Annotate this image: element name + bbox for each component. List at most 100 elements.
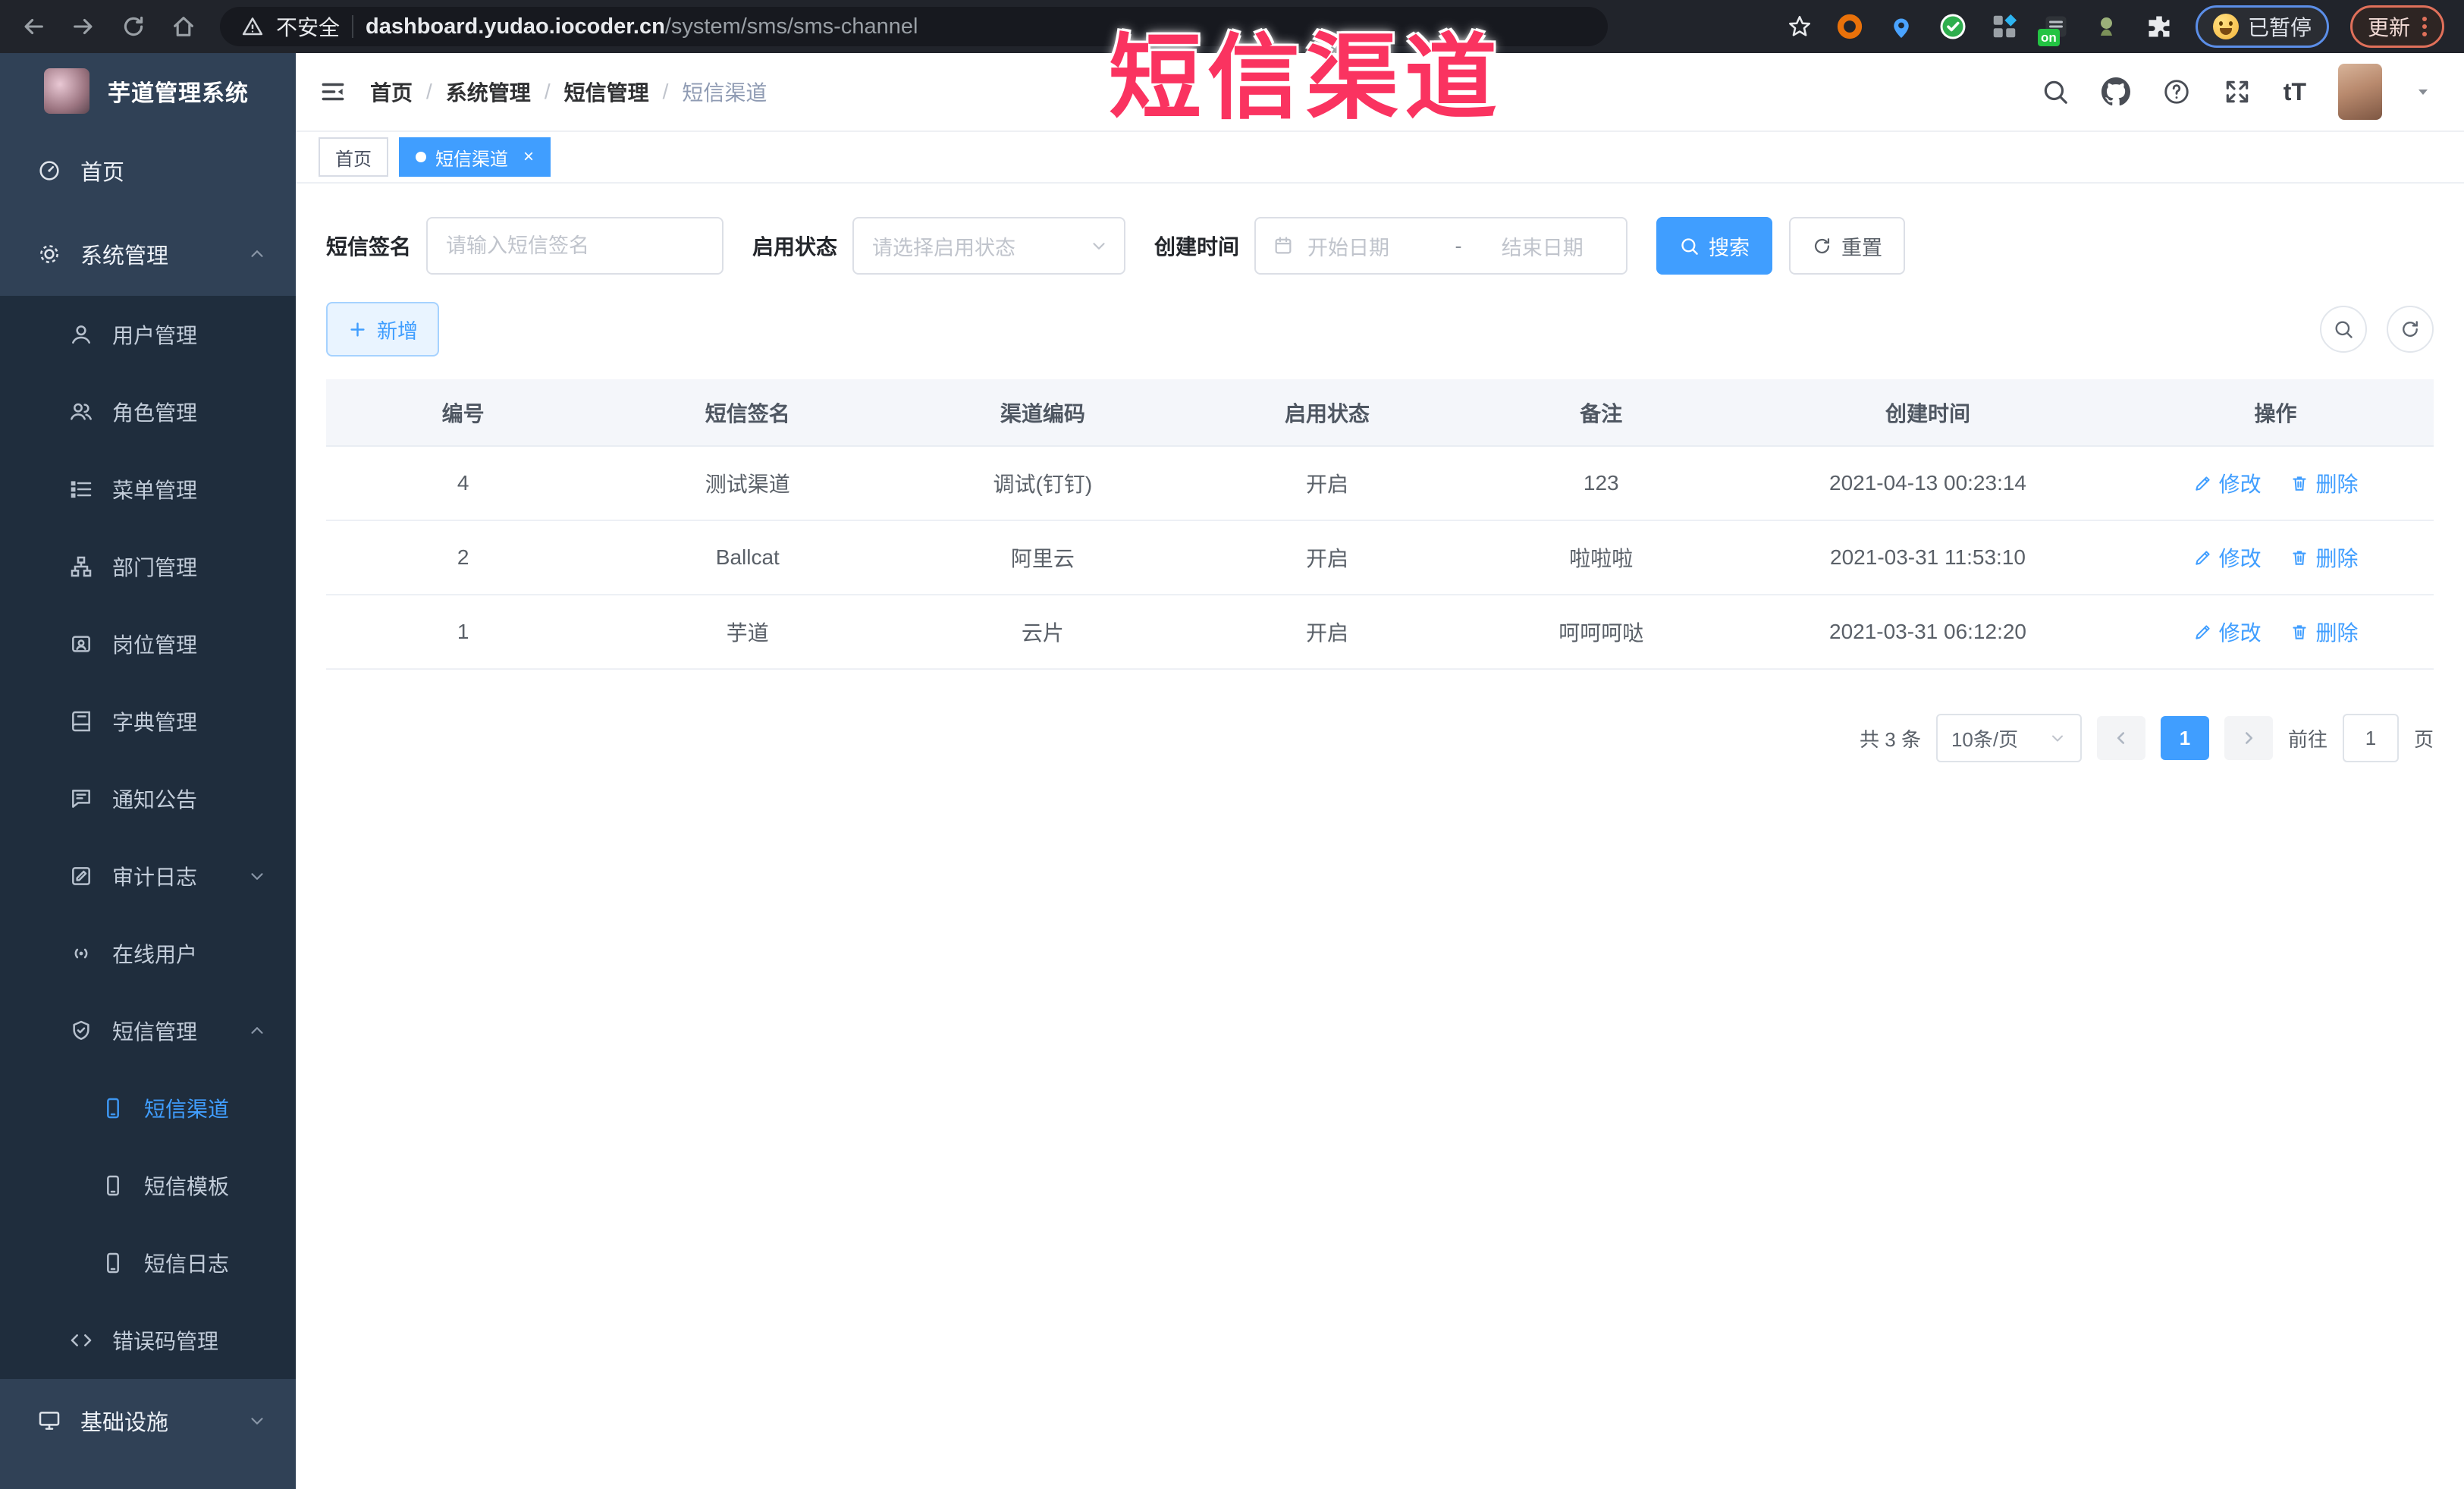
sidebar-item-label: 审计日志 xyxy=(112,865,198,889)
filter-status-group: 启用状态 请选择启用状态 xyxy=(752,217,1126,275)
breadcrumb-system[interactable]: 系统管理 xyxy=(446,77,531,107)
tag-active-dot xyxy=(416,152,426,162)
search-button[interactable]: 搜索 xyxy=(1656,217,1773,275)
sidebar-item-online-users[interactable]: 在线用户 xyxy=(0,915,296,992)
security-label: 不安全 xyxy=(276,16,341,39)
col-created: 创建时间 xyxy=(1737,379,2118,447)
sidebar-filler xyxy=(0,1462,296,1489)
sidebar-item-label: 系统管理 xyxy=(80,244,169,269)
gear-icon xyxy=(36,241,62,267)
avatar-caret-down-icon[interactable] xyxy=(2414,83,2432,101)
search-icon xyxy=(1681,237,1698,255)
sidebar-item-sms-management[interactable]: 短信管理 xyxy=(0,992,296,1070)
delete-link[interactable]: 删除 xyxy=(2290,468,2358,498)
reset-button-label: 重置 xyxy=(1841,236,1883,259)
extension-grid-icon[interactable] xyxy=(1989,11,2020,42)
page-size-select[interactable]: 10条/页 xyxy=(1935,714,2082,762)
goto-page-input[interactable] xyxy=(2342,714,2399,762)
sidebar-item-user-management[interactable]: 用户管理 xyxy=(0,296,296,373)
start-date-placeholder: 开始日期 xyxy=(1307,236,1390,259)
add-button[interactable]: 新增 xyxy=(326,302,439,357)
browser-update-button[interactable]: 更新 xyxy=(2349,5,2444,48)
sidebar: 芋道管理系统 首页 系统管理 用户管理 角色管理 菜单管理 部门管理 岗位管理 … xyxy=(0,53,296,1489)
sidebar-item-infrastructure[interactable]: 基础设施 xyxy=(0,1379,296,1462)
edit-link[interactable]: 修改 xyxy=(2193,542,2262,573)
tag-close-icon[interactable]: × xyxy=(523,148,534,166)
sidebar-item-dept-management[interactable]: 部门管理 xyxy=(0,528,296,605)
cell-code: 阿里云 xyxy=(895,520,1191,595)
edit-link[interactable]: 修改 xyxy=(2193,617,2262,647)
browser-home-icon[interactable] xyxy=(170,13,197,40)
sidebar-item-post-management[interactable]: 岗位管理 xyxy=(0,605,296,683)
delete-link[interactable]: 删除 xyxy=(2290,617,2358,647)
code-icon xyxy=(68,1327,94,1353)
extension-green-check-icon[interactable] xyxy=(1938,11,1968,42)
sidebar-item-sms-channel[interactable]: 短信渠道 xyxy=(0,1070,296,1147)
paused-label: 已暂停 xyxy=(2247,16,2312,39)
browser-back-icon[interactable] xyxy=(20,13,47,40)
chevron-down-icon xyxy=(247,1411,267,1431)
delete-link[interactable]: 删除 xyxy=(2290,542,2358,573)
breadcrumb-separator xyxy=(545,80,551,104)
browser-reload-icon[interactable] xyxy=(120,13,147,40)
sidebar-item-system-management[interactable]: 系统管理 xyxy=(0,212,296,296)
font-size-icon[interactable]: tT xyxy=(2284,78,2306,106)
sidebar-item-label: 首页 xyxy=(80,161,125,185)
sidebar-item-sms-log[interactable]: 短信日志 xyxy=(0,1224,296,1302)
table-search-toggle-button[interactable] xyxy=(2320,306,2367,353)
sidebar-item-label: 用户管理 xyxy=(112,324,198,347)
table-row: 4 测试渠道 调试(钉钉) 开启 123 2021-04-13 00:23:14… xyxy=(326,446,2434,521)
tag-sms-channel[interactable]: 短信渠道 × xyxy=(399,137,551,177)
table-row: 1 芋道 云片 开启 呵呵呵哒 2021-03-31 06:12:20 修改 删… xyxy=(326,595,2434,670)
breadcrumb: 首页 系统管理 短信管理 短信渠道 xyxy=(370,77,767,107)
date-range-picker[interactable]: 开始日期 - 结束日期 xyxy=(1254,217,1628,275)
sidebar-submenu-system: 用户管理 角色管理 菜单管理 部门管理 岗位管理 字典管理 通知公告 审计日志 … xyxy=(0,296,296,1379)
extension-orange-ring-icon[interactable] xyxy=(1835,11,1865,42)
status-label: 启用状态 xyxy=(752,235,838,259)
app-title: 芋道管理系统 xyxy=(108,81,249,106)
sidebar-item-audit-log[interactable]: 审计日志 xyxy=(0,837,296,915)
sidebar-collapse-icon[interactable] xyxy=(319,77,347,106)
extension-list-on-icon[interactable]: on xyxy=(2037,11,2071,46)
page-number-current[interactable]: 1 xyxy=(2160,716,2209,760)
prev-page-button[interactable] xyxy=(2096,716,2145,760)
sidebar-item-error-code[interactable]: 错误码管理 xyxy=(0,1302,296,1379)
profile-paused-badge[interactable]: 已暂停 xyxy=(2195,5,2329,48)
next-page-button[interactable] xyxy=(2224,716,2273,760)
edit-link[interactable]: 修改 xyxy=(2193,468,2262,498)
table-refresh-button[interactable] xyxy=(2387,306,2434,353)
bookmark-star-icon[interactable] xyxy=(1786,13,1813,40)
github-icon[interactable] xyxy=(2101,77,2130,106)
tag-home[interactable]: 首页 xyxy=(319,137,388,177)
breadcrumb-sms[interactable]: 短信管理 xyxy=(564,77,649,107)
pagination-total: 共 3 条 xyxy=(1860,727,1921,751)
extension-blue-pin-icon[interactable] xyxy=(1886,11,1916,42)
breadcrumb-home[interactable]: 首页 xyxy=(370,77,413,107)
status-select[interactable]: 请选择启用状态 xyxy=(852,217,1126,275)
extension-sprite-icon[interactable] xyxy=(2092,11,2123,42)
sidebar-item-notice[interactable]: 通知公告 xyxy=(0,760,296,837)
sidebar-item-home[interactable]: 首页 xyxy=(0,129,296,212)
browser-menu-dots-icon[interactable] xyxy=(2422,17,2427,36)
help-icon[interactable] xyxy=(2162,77,2191,106)
sidebar-item-menu-management[interactable]: 菜单管理 xyxy=(0,451,296,528)
monitor-icon xyxy=(36,1408,62,1434)
search-icon[interactable] xyxy=(2041,77,2070,106)
sidebar-item-dict-management[interactable]: 字典管理 xyxy=(0,683,296,760)
app-shell: 芋道管理系统 首页 系统管理 用户管理 角色管理 菜单管理 部门管理 岗位管理 … xyxy=(0,53,2464,1489)
sidebar-item-role-management[interactable]: 角色管理 xyxy=(0,373,296,451)
sidebar-item-label: 岗位管理 xyxy=(112,633,198,657)
user-avatar[interactable] xyxy=(2338,64,2382,120)
signature-input[interactable] xyxy=(426,217,724,275)
browser-forward-icon[interactable] xyxy=(70,13,97,40)
sidebar-item-label: 短信模板 xyxy=(144,1175,230,1198)
url-domain: dashboard.yudao.iocoder.cn xyxy=(366,14,665,39)
filter-time-group: 创建时间 开始日期 - 结束日期 xyxy=(1154,217,1628,275)
fullscreen-icon[interactable] xyxy=(2223,77,2252,106)
chevron-left-icon xyxy=(2117,732,2124,744)
page-unit-label: 页 xyxy=(2413,727,2434,751)
reset-button[interactable]: 重置 xyxy=(1789,217,1906,275)
extension-puzzle-icon[interactable] xyxy=(2144,11,2174,42)
sidebar-item-sms-template[interactable]: 短信模板 xyxy=(0,1147,296,1224)
table-toolbar: 新增 xyxy=(326,302,2434,357)
